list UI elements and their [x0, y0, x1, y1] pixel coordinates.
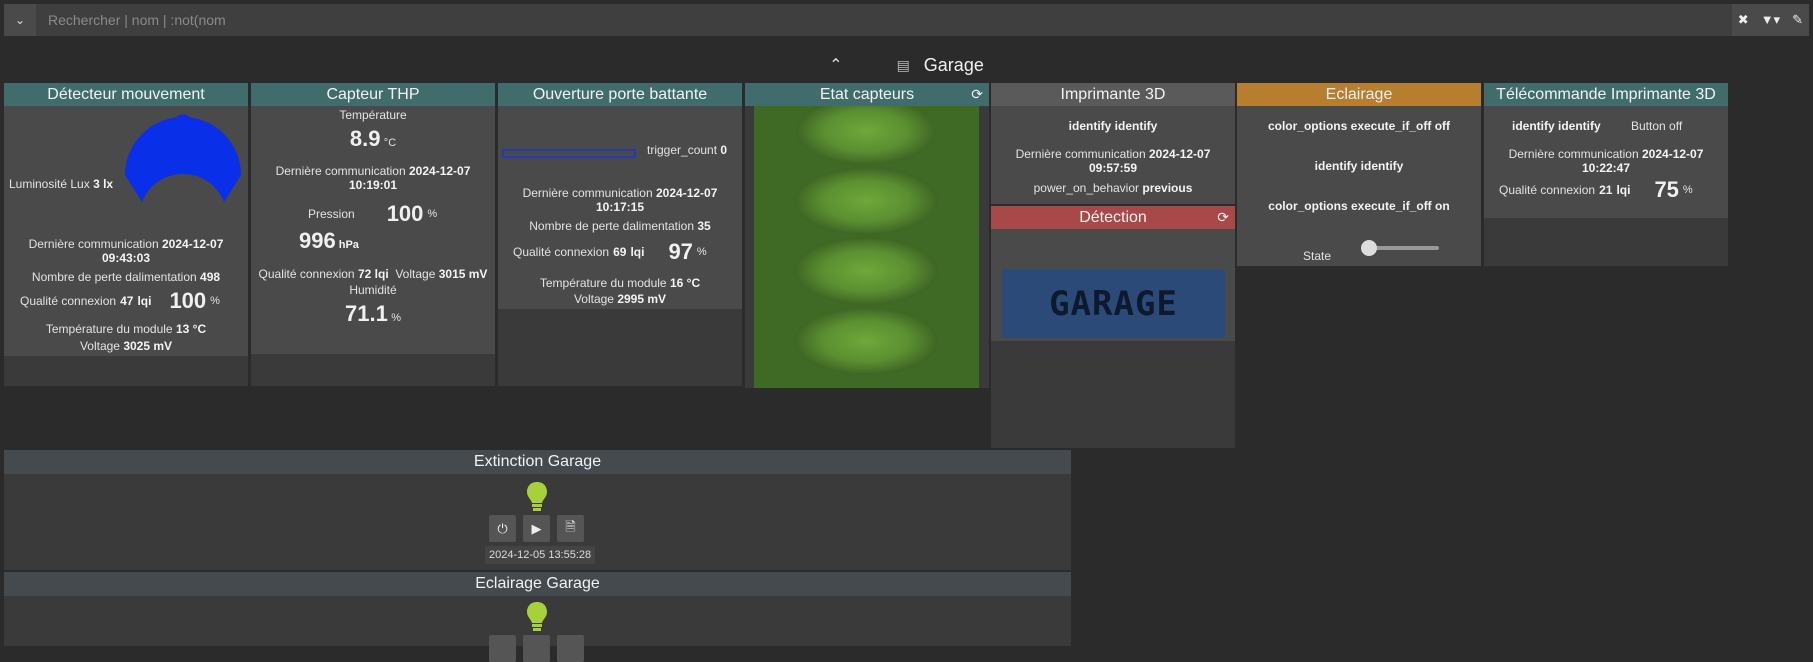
color-options-on-command[interactable]: color_options execute_if_off on [1237, 199, 1481, 213]
last-communication: Dernière communication 2024-12-07 10:22:… [1508, 147, 1704, 175]
tile-thp-sensor: Capteur THP Température 8.9 °C Dernière … [251, 83, 495, 386]
object-header: ⌃ ▤ Garage [0, 52, 1813, 78]
identify-command[interactable]: identify identify [1512, 119, 1601, 133]
battery-value: 97 [668, 239, 693, 264]
edit-pencil-icon[interactable]: ✎ [1792, 12, 1803, 28]
power-button[interactable] [489, 635, 516, 662]
last-communication: Dernière communication 2024-12-07 09:43:… [28, 237, 224, 265]
pressure-row: Pression 100 % [308, 201, 438, 226]
refresh-icon[interactable]: ⟳ [1217, 206, 1229, 229]
log-button[interactable]: 🗎 [557, 515, 584, 542]
tile-title: Détection [1079, 209, 1147, 226]
search-bar: ⌄ ✖ ▼▾ ✎ [4, 4, 1809, 36]
voltage: Voltage 3025 mV [79, 339, 173, 353]
connection-quality: Qualité connexion 21 lqi 75 % [1499, 177, 1693, 202]
run-button[interactable] [523, 635, 550, 662]
connection-quality: Qualité connexion 69 lqi 97 % [513, 239, 707, 264]
last-communication: Dernière communication 2024-12-07 10:19:… [275, 164, 471, 192]
collapse-chevron-button[interactable]: ⌄ [4, 4, 36, 36]
refresh-icon[interactable]: ⟳ [971, 83, 983, 106]
tile-lighting: Eclairage color_options execute_if_off o… [1237, 83, 1481, 266]
scenario-eclairage-garage: Eclairage Garage [4, 572, 1071, 662]
pressure-value: 996 hPa [299, 228, 359, 253]
search-actions: ✖ ▼▾ ✎ [1731, 4, 1809, 36]
power-loss-count: Nombre de perte dalimentation 35 [529, 219, 711, 233]
temperature-value: 8.9 °C [349, 126, 397, 151]
log-button[interactable] [557, 635, 584, 662]
tile-sensor-state: Etat capteurs ⟳ [745, 83, 989, 388]
tile-title: Télécommande Imprimante 3D [1484, 83, 1728, 106]
last-communication: Dernière communication 2024-12-07 10:17:… [522, 186, 718, 214]
sensor-state-image [754, 106, 979, 388]
collapse-object-icon[interactable]: ⌃ [829, 55, 842, 75]
color-options-off-command[interactable]: color_options execute_if_off off [1237, 119, 1481, 133]
battery-value: 75 [1654, 177, 1679, 202]
identify-command[interactable]: identify identify [991, 119, 1235, 133]
identify-command[interactable]: identify identify [1237, 159, 1481, 173]
trigger-progress-bar [502, 149, 636, 158]
state-label: State [1303, 249, 1332, 263]
tile-title: Eclairage [1237, 83, 1481, 106]
search-input[interactable] [36, 4, 1732, 36]
clear-search-icon[interactable]: ✖ [1738, 12, 1749, 28]
scenario-title: Eclairage Garage [4, 572, 1071, 596]
motion-wave-icon [125, 114, 241, 202]
tile-3d-printer-remote: Télécommande Imprimante 3D identify iden… [1484, 83, 1728, 266]
trigger-count: trigger_count 0 [647, 143, 728, 157]
button-state: Button off [1631, 119, 1683, 133]
voltage: Voltage 2995 mV [573, 292, 667, 306]
tile-title: Ouverture porte battante [498, 83, 742, 106]
power-icon: ⏻ [497, 520, 508, 536]
scenario-extinction-garage: Extinction Garage ⏻ ▶ 🗎 2024-12-05 13:55… [4, 450, 1071, 570]
filter-icon[interactable]: ▼▾ [1761, 12, 1780, 28]
power-loss-count: Nombre de perte dalimentation 498 [31, 270, 221, 284]
object-title: Garage [923, 54, 984, 75]
connection-quality: Qualité connexion 72 lqi Voltage 3015 mV [258, 267, 488, 281]
tile-title: Imprimante 3D [991, 83, 1235, 106]
chevron-down-icon: ⌄ [14, 13, 26, 27]
tile-motion-detector: Détecteur mouvement Luminosité Lux 3 lx … [4, 83, 248, 386]
power-on-behavior: power_on_behavior previous [1033, 181, 1193, 195]
run-button[interactable]: ▶ [523, 515, 550, 542]
module-temperature: Température du module 13 °C [45, 322, 207, 336]
module-temperature: Température du module 16 °C [539, 276, 701, 290]
scenario-title: Extinction Garage [4, 450, 1071, 474]
tile-3d-printer: Imprimante 3D identify identify Dernière… [991, 83, 1235, 204]
connection-quality: Qualité connexion 47 lqi 100 % [20, 288, 220, 313]
lightbulb-icon [527, 482, 547, 511]
lux-reading: Luminosité Lux 3 lx [9, 177, 114, 191]
power-button[interactable]: ⏻ [489, 515, 516, 542]
state-slider-knob[interactable] [1361, 240, 1377, 256]
humidity-label: Humidité [349, 283, 397, 297]
scenario-last-run: 2024-12-05 13:55:28 [485, 546, 596, 564]
play-icon: ▶ [531, 520, 542, 536]
file-icon: 🗎 [565, 518, 576, 534]
tile-title: Etat capteurs [819, 86, 915, 103]
tile-door-sensor: Ouverture porte battante trigger_count 0… [498, 83, 742, 386]
state-slider-track[interactable] [1369, 246, 1439, 250]
last-communication: Dernière communication 2024-12-07 09:57:… [1015, 147, 1211, 175]
tile-detection: Détection ⟳ GARAGE [991, 206, 1235, 448]
humidity-value: 71.1 % [345, 301, 401, 326]
garage-icon: ▤ [896, 56, 910, 73]
lightbulb-icon [527, 602, 547, 631]
tile-title: Capteur THP [251, 83, 495, 106]
tile-title: Détecteur mouvement [4, 83, 248, 106]
garage-camera-image: GARAGE [1002, 269, 1225, 338]
battery-value: 100 [169, 288, 207, 313]
temperature-label: Température [339, 108, 407, 122]
